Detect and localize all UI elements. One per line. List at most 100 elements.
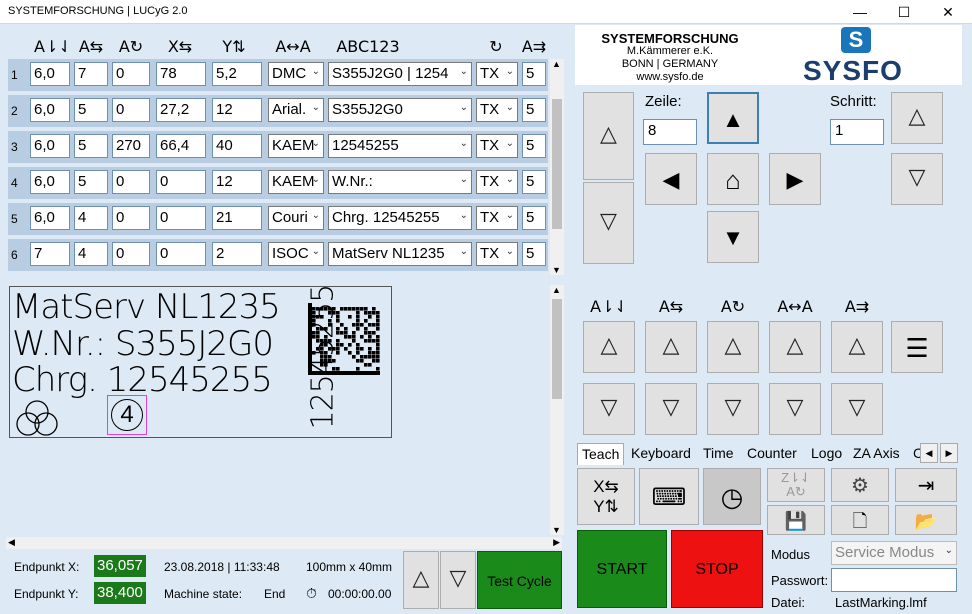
text-select[interactable]: S355J2G0 ⌄ [328,98,472,122]
param-size-up-button[interactable]: △ [583,321,635,373]
y-field[interactable]: 40 [212,134,262,158]
step-up-button[interactable]: △ [891,92,943,144]
font-select[interactable]: Couri ⌄ [268,206,324,230]
tab-teach[interactable]: Teach [577,443,625,465]
save-button[interactable]: 💾 [767,505,825,535]
move-right-button[interactable]: ▶ [769,153,821,205]
tab-keyboard[interactable]: Keyboard [627,443,695,465]
stop-button[interactable]: STOP [671,530,763,608]
text-select[interactable]: MatServ NL1235 ⌄ [328,242,472,266]
tab-scroll-right-button[interactable]: ▶ [940,443,958,463]
open-file-button[interactable]: 📂 [895,505,957,535]
font-select[interactable]: DMC ⌄ [268,62,324,86]
y-field[interactable]: 21 [212,206,262,230]
param-spacing-down-button[interactable]: ▽ [831,383,883,435]
test-cycle-button[interactable]: Test Cycle [477,551,562,609]
move-down-button[interactable]: ▼ [707,211,759,263]
width-field[interactable]: 4 [74,242,108,266]
spacing-field[interactable]: 5 [522,206,546,230]
horizontal-scrollbar[interactable]: ◀ ▶ [6,537,562,549]
size-field[interactable]: 6,0 [30,62,70,86]
spacing-field[interactable]: 5 [522,134,546,158]
size-field[interactable]: 6,0 [30,170,70,194]
modus-select[interactable]: Service Modus ⌄ [831,541,957,565]
type-select[interactable]: TX ⌄ [476,206,518,230]
clock-button[interactable]: ◷ [703,468,761,525]
keyboard-button[interactable]: ⌨ [639,468,699,525]
logout-button[interactable]: ⇥ [895,468,957,502]
y-field[interactable]: 2 [212,242,262,266]
param-width-down-button[interactable]: ▽ [645,383,697,435]
type-select[interactable]: TX ⌄ [476,134,518,158]
spacing-field[interactable]: 5 [522,98,546,122]
table-scrollbar-thumb[interactable] [552,99,562,229]
rotate-disabled-button[interactable]: Z⇂⇃ A↻ [767,468,825,502]
width-field[interactable]: 7 [74,62,108,86]
move-up-button[interactable]: ▲ [707,92,759,144]
xy-swap-button[interactable]: X⇆ Y⇅ [577,468,635,525]
scroll-up-icon[interactable]: ▲ [552,59,561,69]
spacing-field[interactable]: 5 [522,242,546,266]
step-down-button[interactable]: ▽ [891,153,943,205]
x-field[interactable]: 0 [156,170,206,194]
width-field[interactable]: 5 [74,134,108,158]
preview-scroll-up-icon[interactable]: ▲ [552,285,561,295]
rotation-field[interactable]: 270 [112,134,150,158]
y-field[interactable]: 12 [212,98,262,122]
minimize-button[interactable]: — [838,0,882,24]
move-home-button[interactable]: ⌂ [707,153,759,205]
rotation-field[interactable]: 0 [112,206,150,230]
move-left-button[interactable]: ◀ [645,153,697,205]
passwort-input[interactable] [831,568,957,592]
x-field[interactable]: 66,4 [156,134,206,158]
scroll-right-icon[interactable]: ▶ [553,537,560,548]
preview-scrollbar[interactable]: ▲ ▼ [550,285,564,535]
start-button[interactable]: START [577,530,667,608]
size-field[interactable]: 6,0 [30,98,70,122]
tab-time[interactable]: Time [699,443,738,465]
size-field[interactable]: 7 [30,242,70,266]
new-file-button[interactable]: 🗋 [831,505,889,535]
align-button[interactable]: ☰ [891,321,943,373]
type-select[interactable]: TX ⌄ [476,242,518,266]
preview-scrollbar-thumb[interactable] [552,299,562,399]
tab-c[interactable]: C [913,443,920,465]
type-select[interactable]: TX ⌄ [476,170,518,194]
rotation-field[interactable]: 0 [112,98,150,122]
schritt-input[interactable]: 1 [830,119,884,145]
close-button[interactable]: ✕ [926,0,970,24]
param-spacing-up-button[interactable]: △ [831,321,883,373]
zeile-input[interactable]: 8 [643,119,697,145]
spacing-field[interactable]: 5 [522,62,546,86]
rotation-field[interactable]: 0 [112,242,150,266]
text-select[interactable]: S355J2G0 | 1254 ⌄ [328,62,472,86]
width-field[interactable]: 5 [74,170,108,194]
type-select[interactable]: TX ⌄ [476,62,518,86]
text-select[interactable]: 12545255 ⌄ [328,134,472,158]
size-field[interactable]: 6,0 [30,134,70,158]
font-select[interactable]: Arial. ⌄ [268,98,324,122]
preview-scroll-down-icon[interactable]: ▼ [552,525,561,535]
x-field[interactable]: 27,2 [156,98,206,122]
tab-counter[interactable]: Counter [743,443,801,465]
tab-scroll-left-button[interactable]: ◀ [920,443,938,463]
table-scrollbar[interactable]: ▲ ▼ [550,59,564,275]
font-select[interactable]: ISOC ⌄ [268,242,324,266]
maximize-button[interactable]: ☐ [882,0,926,24]
x-field[interactable]: 0 [156,206,206,230]
row-down-button[interactable]: ▽ [583,182,634,264]
status-up-button[interactable]: △ [403,551,439,609]
text-select[interactable]: Chrg. 12545255 ⌄ [328,206,472,230]
row-up-button[interactable]: △ [583,92,634,180]
rotation-field[interactable]: 0 [112,62,150,86]
width-field[interactable]: 4 [74,206,108,230]
font-select[interactable]: KAEM ⌄ [268,134,324,158]
y-field[interactable]: 12 [212,170,262,194]
scroll-down-icon[interactable]: ▼ [552,265,561,275]
size-field[interactable]: 6,0 [30,206,70,230]
param-rotation-down-button[interactable]: ▽ [707,383,759,435]
x-field[interactable]: 0 [156,242,206,266]
scroll-left-icon[interactable]: ◀ [8,537,15,548]
x-field[interactable]: 78 [156,62,206,86]
text-select[interactable]: W.Nr.: ⌄ [328,170,472,194]
